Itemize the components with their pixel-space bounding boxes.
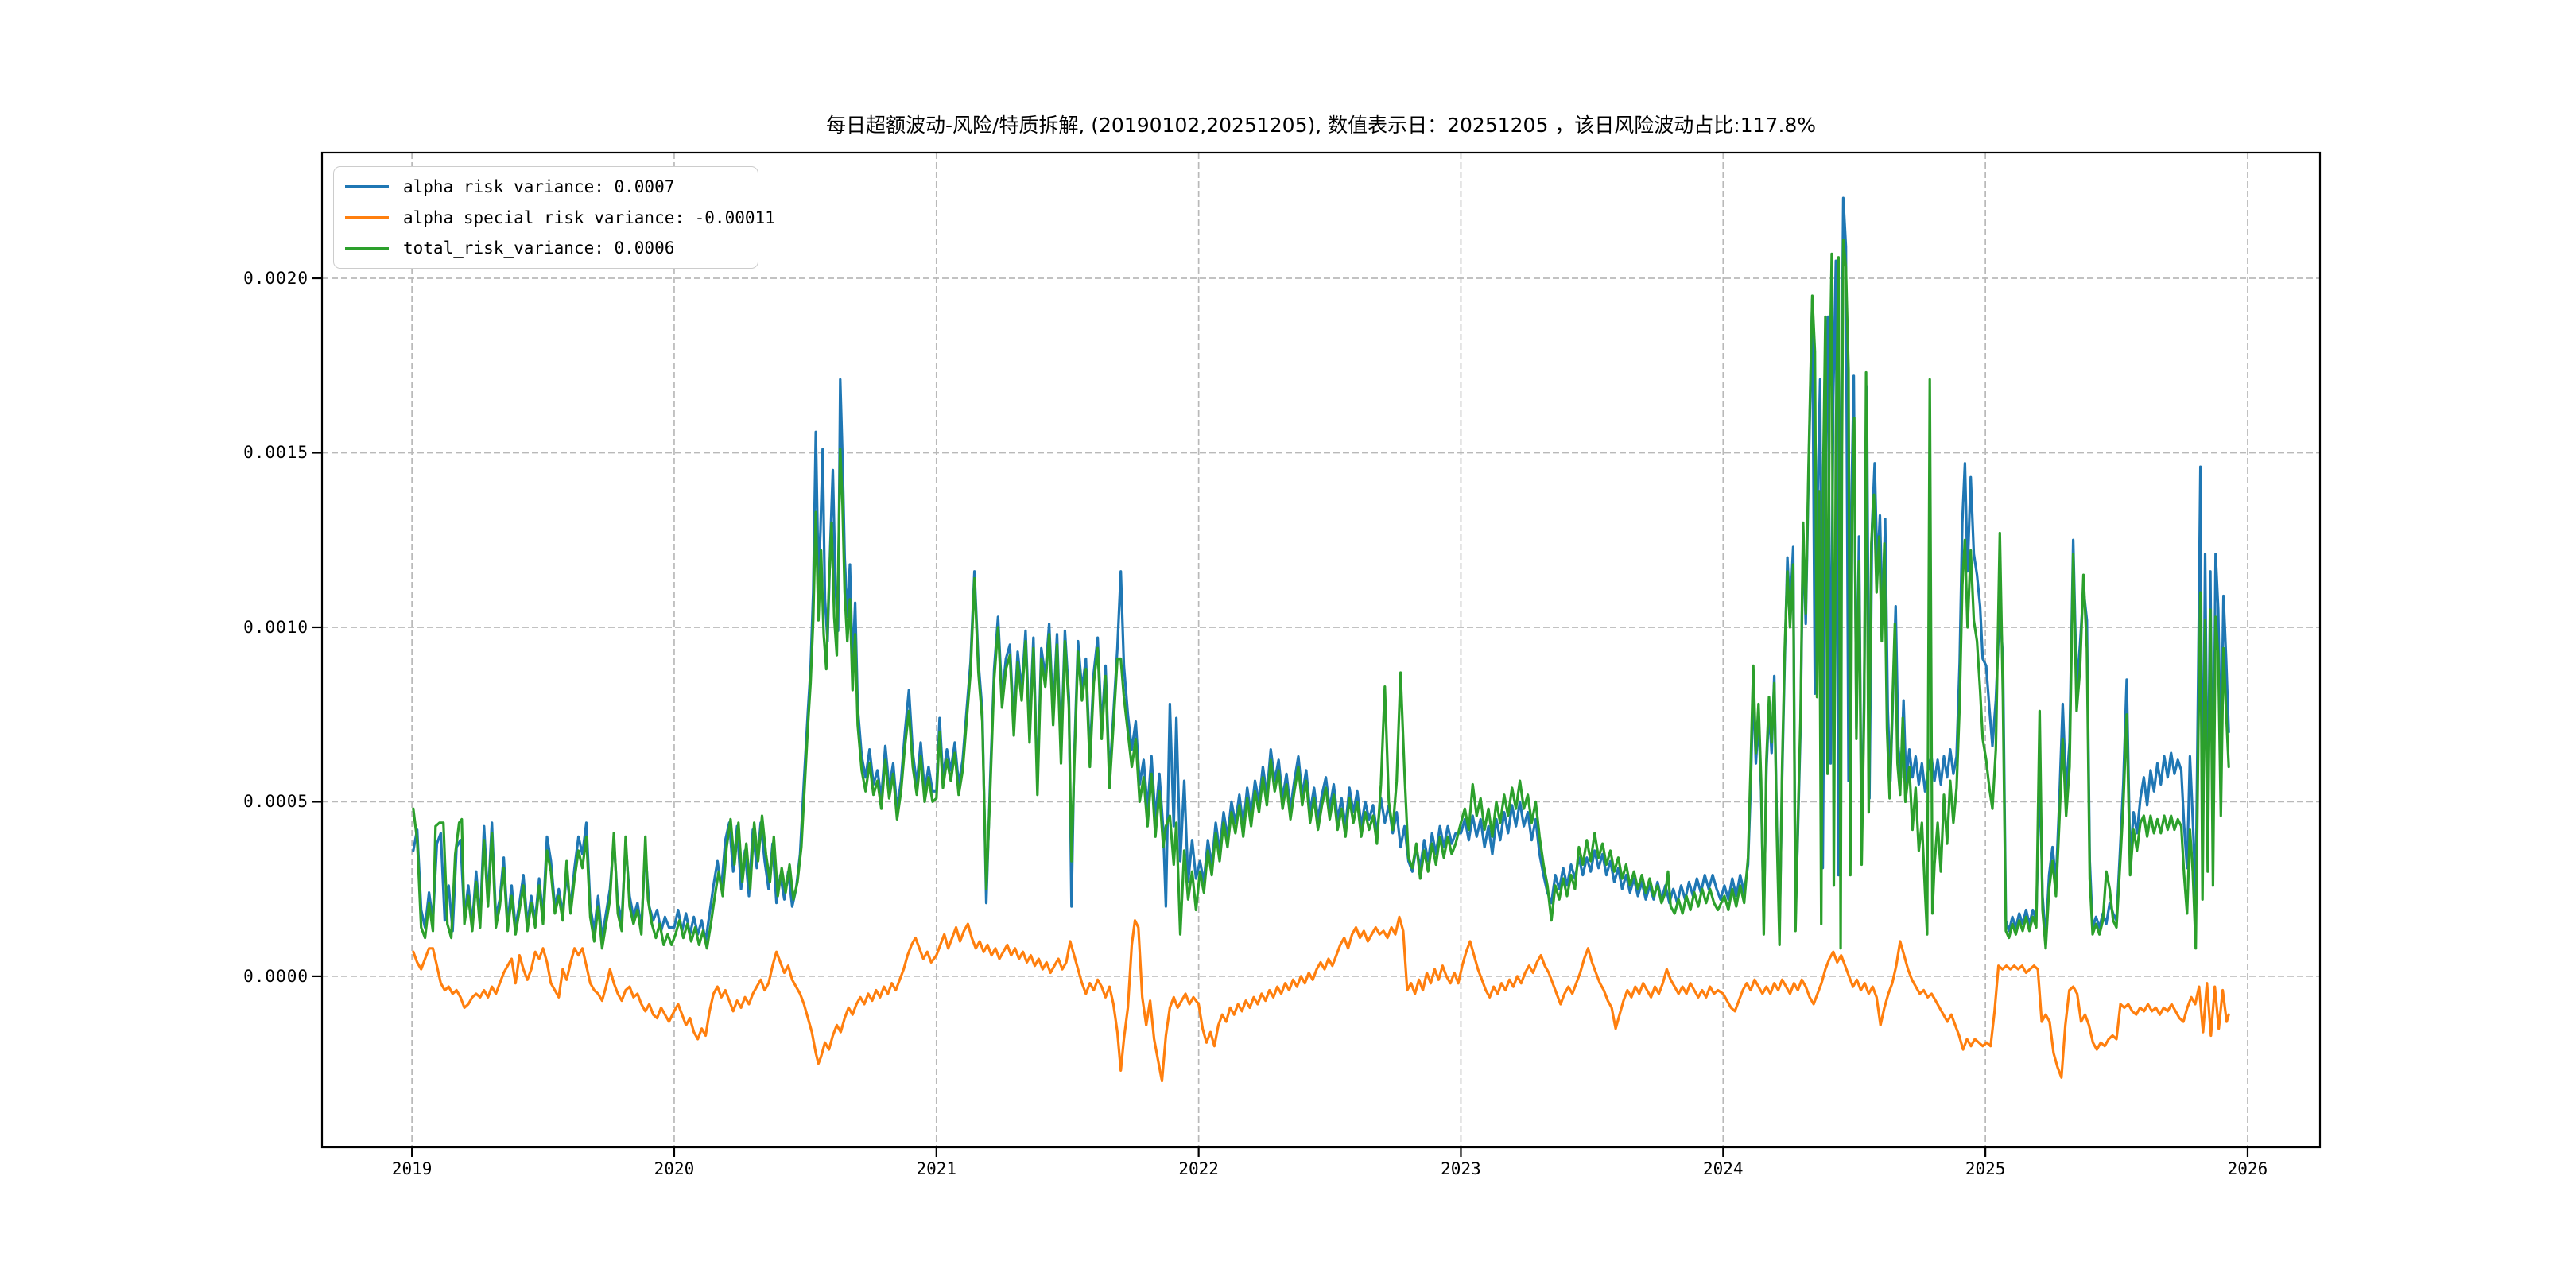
- legend-line-sample-blue: [345, 185, 389, 188]
- y-tick-label: 0.0005: [0, 790, 308, 813]
- legend-item: alpha_risk_variance: 0.0007: [342, 173, 750, 201]
- legend-item-label: alpha_risk_variance: 0.0007: [403, 177, 674, 196]
- x-tick-label: 2023: [1413, 1158, 1508, 1180]
- y-tick-label: 0.0015: [0, 441, 308, 464]
- x-tick-label: 2026: [2200, 1158, 2295, 1180]
- legend-item-label: total_risk_variance: 0.0006: [403, 239, 674, 258]
- y-tick-label: 0.0000: [0, 965, 308, 987]
- figure: 每日超额波动-风险/特质拆解, (20190102,20251205), 数值表…: [0, 0, 2576, 1288]
- y-tick-label: 0.0010: [0, 616, 308, 638]
- x-tick-label: 2020: [627, 1158, 722, 1180]
- legend-item: alpha_special_risk_variance: -0.00011: [342, 204, 750, 232]
- x-tick-label: 2024: [1675, 1158, 1771, 1180]
- legend-item-label: alpha_special_risk_variance: -0.00011: [403, 208, 775, 227]
- legend-item: total_risk_variance: 0.0006: [342, 234, 750, 262]
- chart-title: 每日超额波动-风险/特质拆解, (20190102,20251205), 数值表…: [322, 110, 2320, 138]
- x-tick-label: 2022: [1151, 1158, 1247, 1180]
- legend-line-sample-green: [345, 247, 389, 250]
- x-tick-label: 2019: [364, 1158, 460, 1180]
- legend-line-sample-orange: [345, 216, 389, 219]
- x-tick-label: 2021: [889, 1158, 984, 1180]
- y-tick-label: 0.0020: [0, 267, 308, 289]
- legend: alpha_risk_variance: 0.0007 alpha_specia…: [333, 166, 758, 269]
- x-tick-label: 2025: [1938, 1158, 2033, 1180]
